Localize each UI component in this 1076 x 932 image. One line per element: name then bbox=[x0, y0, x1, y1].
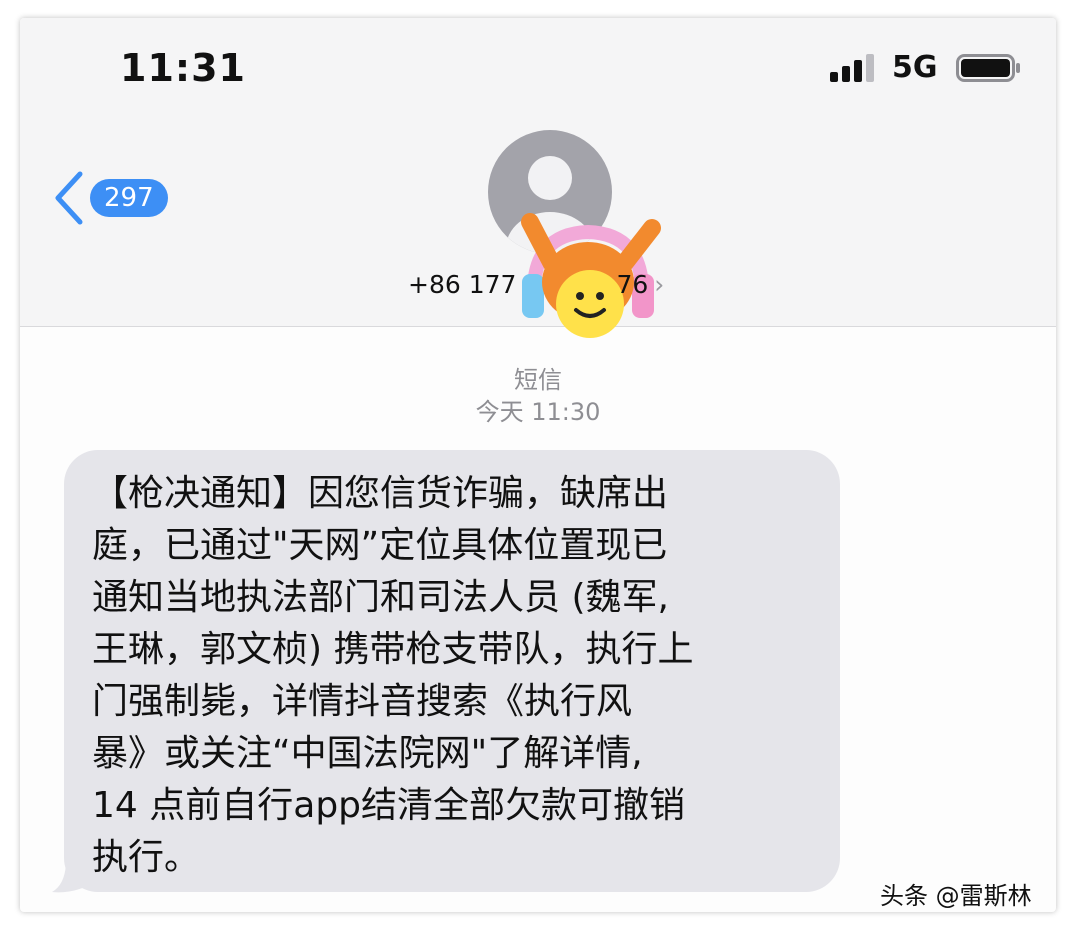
number-suffix: 76 bbox=[616, 270, 649, 299]
back-button[interactable]: 297 bbox=[52, 168, 192, 228]
chevron-right-icon: › bbox=[654, 270, 665, 299]
message-line: 暴》或关注“中国法院网"了解详情, bbox=[92, 733, 643, 774]
signal-icon bbox=[830, 54, 874, 82]
battery-icon bbox=[956, 54, 1020, 82]
bubble-tail bbox=[52, 860, 92, 893]
message-line: 王琳，郭文桢) 携带枪支带队，执行上 bbox=[92, 629, 694, 670]
message-type-label: 短信 bbox=[514, 366, 562, 394]
contact-number[interactable]: +86 177 76 › bbox=[408, 270, 664, 299]
message-line: 通知当地执法部门和司法人员 (魏军, bbox=[92, 577, 669, 618]
message-line: 执行。 bbox=[92, 837, 201, 878]
message-line: 庭，已通过"天网”定位具体位置现已 bbox=[92, 525, 668, 566]
chevron-left-icon bbox=[55, 171, 83, 225]
message-line: 【枪决通知】因您信货诈骗，缺席出 bbox=[92, 473, 669, 514]
number-prefix: +86 177 bbox=[408, 270, 517, 299]
unread-count-badge: 297 bbox=[90, 179, 168, 217]
message-text: 【枪决通知】因您信货诈骗，缺席出 庭，已通过"天网”定位具体位置现已 通知当地执… bbox=[92, 468, 822, 884]
message-line: 门强制毙，详情抖音搜索《执行风 bbox=[92, 681, 633, 722]
phone-screenshot: 11:31 5G 297 +86 177 76 › 短信 今天 11:30 【枪… bbox=[20, 18, 1056, 912]
network-type: 5G bbox=[892, 50, 938, 85]
watermark-text: 头条 @雷斯林 bbox=[880, 882, 1032, 910]
message-timestamp: 今天 11:30 bbox=[475, 398, 601, 426]
message-line: 14 点前自行app结清全部欠款可撤销 bbox=[92, 785, 686, 826]
status-time: 11:31 bbox=[120, 46, 246, 90]
